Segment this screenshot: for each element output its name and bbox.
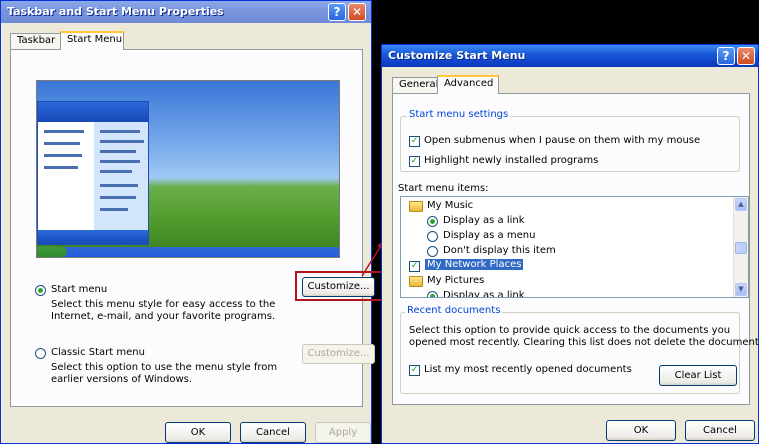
list-scrollbar[interactable]: ▲ ▼ [733, 197, 748, 297]
start-menu-description: Select this menu style for easy access t… [51, 299, 276, 310]
start-menu-description-line2: Internet, e-mail, and your favorite prog… [51, 311, 276, 322]
recent-description: Select this option to provide quick acce… [409, 325, 731, 336]
highlight-programs-label[interactable]: Highlight newly installed programs [424, 155, 598, 166]
title-bar[interactable]: Taskbar and Start Menu Properties ? ✕ [1, 1, 371, 23]
close-button[interactable]: ✕ [348, 3, 366, 21]
group-label: Start menu settings [407, 109, 511, 120]
tab-strip: General Advanced [392, 75, 742, 94]
radio-dont-display[interactable] [427, 246, 438, 257]
list-item-my-pictures[interactable]: My Pictures [427, 275, 484, 286]
classic-customize-button[interactable]: Customize... [302, 344, 375, 364]
preview-start-button [37, 247, 67, 257]
start-menu-items-label: Start menu items: [398, 183, 489, 194]
recent-description-line2: opened most recently. Clearing this list… [409, 337, 759, 348]
classic-description-line2: earlier versions of Windows. [51, 374, 193, 385]
network-places-checkbox[interactable]: ✓ [409, 261, 420, 272]
taskbar-start-menu-properties-dialog: Taskbar and Start Menu Properties ? ✕ Ta… [0, 0, 383, 444]
preview-start-menu [37, 101, 149, 245]
list-item-display-link-2[interactable]: Display as a link [443, 290, 525, 297]
clear-list-button[interactable]: Clear List [659, 365, 737, 386]
preview-taskbar [37, 247, 339, 257]
tab-taskbar[interactable]: Taskbar [10, 33, 61, 49]
radio-display-menu[interactable] [427, 231, 438, 242]
start-menu-radio[interactable] [35, 285, 46, 296]
cancel-button[interactable]: Cancel [240, 422, 306, 443]
scroll-down-icon[interactable]: ▼ [735, 283, 747, 296]
tab-panel: Start menu Select this menu style for ea… [10, 49, 383, 407]
list-item-my-music[interactable]: My Music [427, 200, 473, 211]
ok-button[interactable]: OK [165, 422, 231, 443]
tab-strip: Taskbar Start Menu [10, 31, 360, 50]
tab-advanced[interactable]: Advanced [437, 75, 499, 94]
tab-start-menu[interactable]: Start Menu [60, 31, 124, 50]
radio-display-link-2[interactable] [427, 291, 438, 297]
classic-start-menu-label[interactable]: Classic Start menu [51, 347, 145, 358]
open-submenus-checkbox[interactable]: ✓ [409, 136, 420, 147]
tab-general[interactable]: General [392, 77, 438, 93]
list-item-network-places[interactable]: My Network Places [425, 259, 524, 270]
list-recent-label[interactable]: List my most recently opened documents [424, 364, 632, 375]
apply-button[interactable]: Apply [315, 422, 371, 443]
list-item-display-link[interactable]: Display as a link [443, 215, 525, 226]
dialog-title: Taskbar and Start Menu Properties [7, 5, 224, 18]
folder-icon [409, 201, 423, 212]
list-item-display-menu[interactable]: Display as a menu [443, 230, 535, 241]
start-menu-label[interactable]: Start menu [51, 284, 107, 295]
radio-display-link[interactable] [427, 216, 438, 227]
folder-icon [409, 276, 423, 287]
scroll-up-icon[interactable]: ▲ [735, 198, 747, 211]
help-button[interactable]: ? [328, 3, 346, 21]
scroll-thumb[interactable] [735, 242, 747, 254]
close-button[interactable]: ✕ [737, 47, 755, 65]
group-label: Recent documents [405, 305, 503, 316]
customize-button[interactable]: Customize... [302, 277, 375, 297]
help-button[interactable]: ? [717, 47, 735, 65]
list-item-dont-display[interactable]: Don't display this item [443, 245, 556, 256]
list-recent-checkbox[interactable]: ✓ [409, 365, 420, 376]
start-menu-items-list[interactable]: My Music Display as a link Display as a … [400, 196, 749, 298]
cancel-button[interactable]: Cancel [685, 420, 755, 441]
ok-button[interactable]: OK [606, 420, 676, 441]
tab-panel: Start menu settings ✓ Open submenus when… [392, 93, 759, 405]
dialog-title: Customize Start Menu [388, 49, 526, 62]
start-menu-preview-image [36, 80, 340, 258]
classic-description: Select this option to use the menu style… [51, 362, 278, 373]
customize-start-menu-dialog: Customize Start Menu ? ✕ General Advance… [381, 44, 759, 444]
classic-start-menu-radio[interactable] [35, 348, 46, 359]
open-submenus-label[interactable]: Open submenus when I pause on them with … [424, 135, 700, 146]
title-bar[interactable]: Customize Start Menu ? ✕ [382, 45, 758, 67]
highlight-programs-checkbox[interactable]: ✓ [409, 156, 420, 167]
